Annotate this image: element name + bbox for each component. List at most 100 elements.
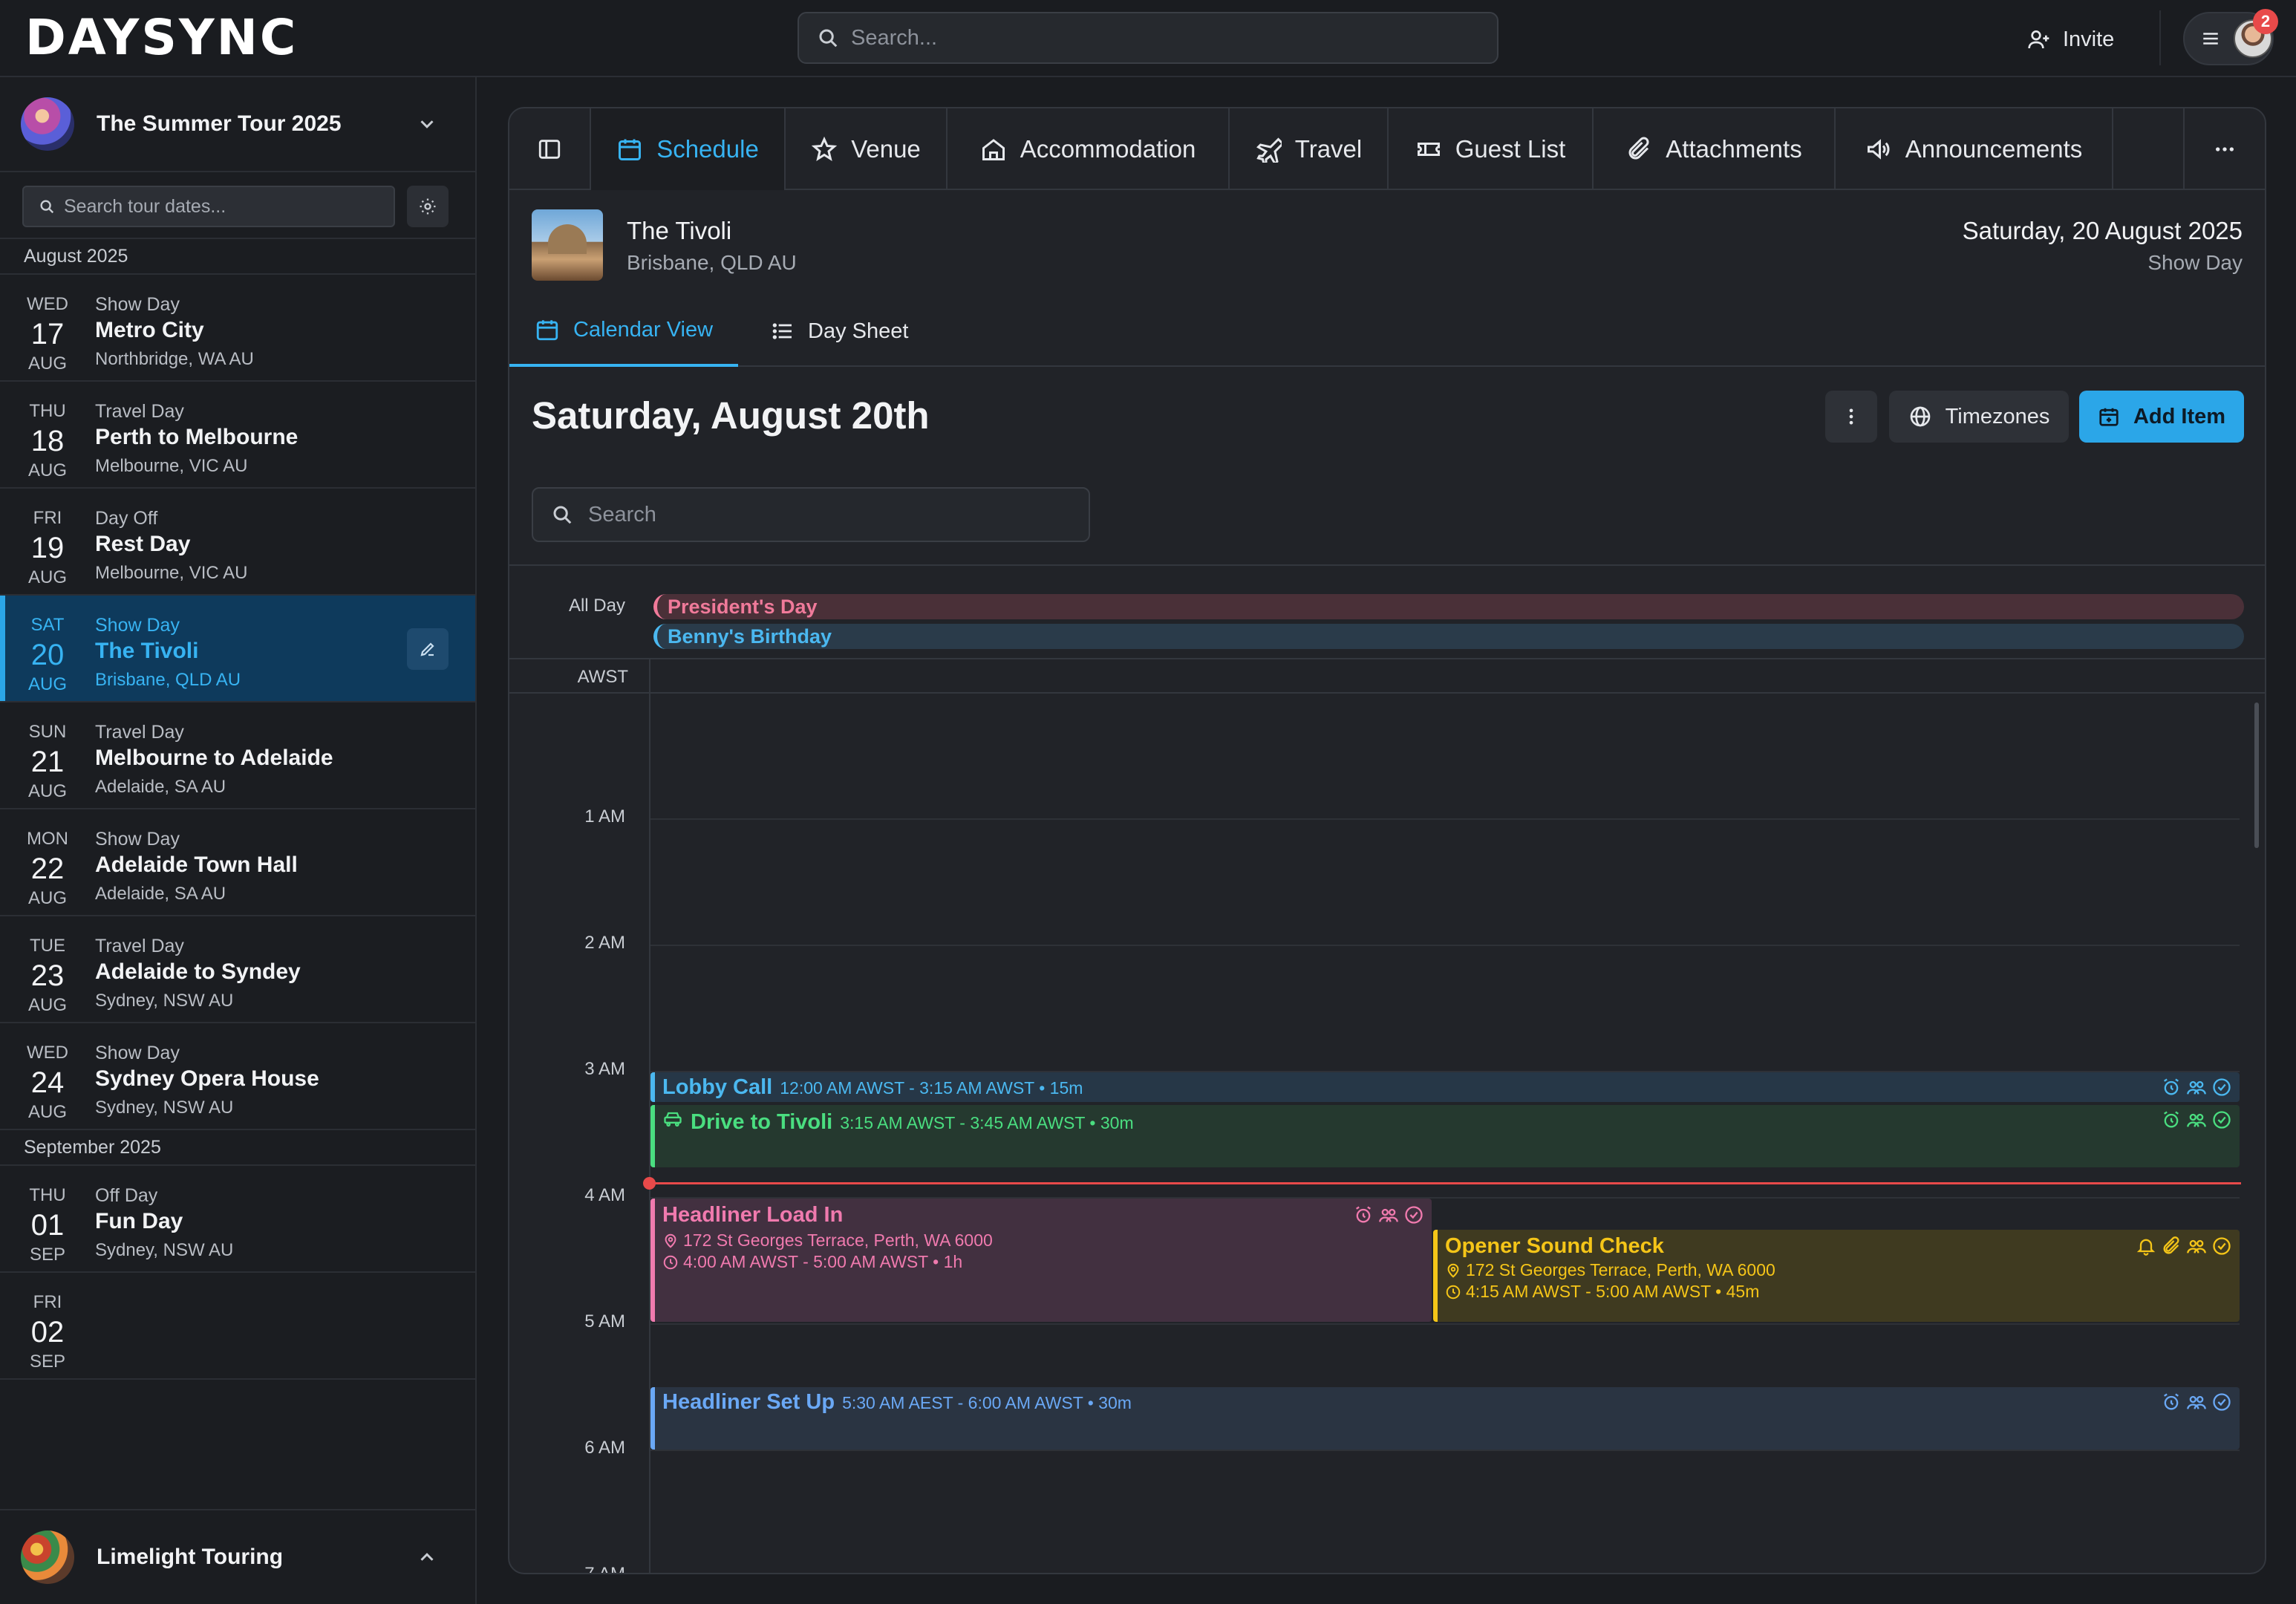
gear-icon — [417, 196, 438, 217]
tab-calendar-view[interactable]: Calendar View — [509, 296, 739, 367]
calendar-event[interactable]: Lobby Call 12:00 AM AWST - 3:15 AM AWST … — [650, 1072, 2240, 1102]
venue-date: Saturday, 20 August 2025 — [1962, 217, 2243, 244]
sidebar: The Summer Tour 2025 August 2025 WED 17 … — [0, 77, 477, 1604]
day-type: Show Day — [95, 615, 180, 636]
tour-date-item-selected[interactable]: SAT 20 AUG Show Day The Tivoli Brisbane,… — [0, 596, 475, 702]
divider — [509, 692, 2265, 694]
hour-label: 7 AM — [584, 1564, 625, 1574]
tour-date-item[interactable]: MON 22 AUG Show Day Adelaide Town Hall A… — [0, 809, 475, 916]
organization-picker[interactable]: Limelight Touring — [0, 1509, 475, 1604]
all-day-event[interactable]: Benny's Birthday — [653, 624, 2244, 649]
star-icon — [811, 136, 838, 163]
day-of-week: WED — [27, 1043, 68, 1063]
tab-guest-list[interactable]: Guest List — [1389, 108, 1594, 190]
tour-date-item[interactable]: TUE 23 AUG Travel Day Adelaide to Syndey… — [0, 916, 475, 1023]
day-of-week: FRI — [33, 508, 62, 528]
venue-location: Brisbane, QLD AU — [627, 251, 797, 274]
day-of-week: FRI — [33, 1292, 62, 1312]
add-item-button[interactable]: Add Item — [2079, 391, 2244, 443]
day-number: 24 — [30, 1066, 65, 1099]
pencil-icon — [419, 640, 437, 658]
toggle-sidebar-button[interactable] — [509, 108, 591, 190]
view-tabs: Calendar View Day Sheet — [509, 296, 2265, 367]
day-of-week: SUN — [28, 722, 67, 742]
day-month: AUG — [27, 460, 67, 480]
users-icon — [2186, 1236, 2207, 1256]
global-search[interactable] — [798, 12, 1498, 64]
day-month: AUG — [27, 567, 67, 587]
day-number: 01 — [30, 1209, 65, 1242]
clock-icon — [1445, 1284, 1461, 1300]
calendar-search-input[interactable] — [588, 502, 1078, 527]
home-icon — [980, 136, 1007, 163]
tour-date-item[interactable]: THU 01 SEP Off Day Fun Day Sydney, NSW A… — [0, 1166, 475, 1273]
day-of-week: THU — [29, 401, 66, 421]
date-search-input[interactable] — [64, 195, 391, 218]
event-time: 4:00 AM AWST - 5:00 AM AWST • 1h — [683, 1252, 963, 1271]
tab-day-sheet[interactable]: Day Sheet — [746, 296, 933, 367]
tab-attachments[interactable]: Attachments — [1594, 108, 1836, 190]
invite-label: Invite — [2063, 27, 2115, 51]
add-item-label: Add Item — [2133, 404, 2226, 428]
day-month: SEP — [29, 1352, 66, 1372]
day-title: Metro City — [95, 318, 204, 342]
event-time: 3:15 AM AWST - 3:45 AM AWST • 30m — [840, 1113, 1134, 1132]
user-menu-button[interactable]: 2 — [2183, 9, 2278, 65]
tab-travel[interactable]: Travel — [1230, 108, 1389, 190]
tour-date-item[interactable]: WED 17 AUG Show Day Metro City Northbrid… — [0, 275, 475, 382]
event-title: Headliner Set Up — [662, 1390, 835, 1414]
calendar-event[interactable]: Opener Sound Check 172 St Georges Terrac… — [1433, 1230, 2240, 1322]
calendar-event[interactable]: Drive to Tivoli 3:15 AM AWST - 3:45 AM A… — [650, 1105, 2240, 1167]
hour-label: 6 AM — [584, 1438, 625, 1458]
event-title: Headliner Load In — [662, 1203, 844, 1227]
search-icon — [817, 27, 839, 49]
tour-date-item[interactable]: FRI 02 SEP — [0, 1273, 475, 1380]
more-options-button[interactable] — [1825, 391, 1877, 443]
day-month: AUG — [27, 995, 67, 1015]
event-status-icons — [2161, 1077, 2232, 1098]
tour-date-item[interactable]: THU 18 AUG Travel Day Perth to Melbourne… — [0, 382, 475, 489]
ticket-icon — [1415, 136, 1442, 163]
tab-accommodation[interactable]: Accommodation — [948, 108, 1230, 190]
calendar-event[interactable]: Headliner Set Up 5:30 AM AEST - 6:00 AM … — [650, 1387, 2240, 1450]
day-location: Adelaide, SA AU — [95, 884, 226, 904]
date-filter-settings-button[interactable] — [407, 186, 449, 227]
hour-gridline — [650, 818, 2240, 820]
more-tabs-button[interactable] — [2183, 108, 2265, 190]
date-search[interactable] — [22, 186, 395, 227]
users-icon — [2186, 1109, 2207, 1130]
hour-gridline — [650, 1450, 2240, 1451]
tour-picker[interactable]: The Summer Tour 2025 — [0, 77, 475, 172]
tab-label: Attachments — [1666, 135, 1802, 163]
day-of-week: TUE — [30, 936, 65, 956]
day-month: SEP — [29, 1245, 66, 1265]
timezones-button[interactable]: Timezones — [1889, 391, 2069, 443]
all-day-event[interactable]: President's Day — [653, 594, 2244, 619]
global-search-input[interactable] — [851, 25, 1460, 50]
day-location: Melbourne, VIC AU — [95, 456, 248, 476]
tour-date-item[interactable]: WED 24 AUG Show Day Sydney Opera House S… — [0, 1023, 475, 1130]
edit-day-button[interactable] — [407, 628, 449, 670]
tab-schedule[interactable]: Schedule — [591, 108, 786, 190]
invite-button[interactable]: Invite — [2018, 16, 2123, 62]
chevron-down-icon — [416, 113, 438, 135]
tab-label: Schedule — [656, 135, 759, 163]
calendar-event[interactable]: Headliner Load In 172 St Georges Terrace… — [650, 1199, 1432, 1322]
tab-venue[interactable]: Venue — [786, 108, 948, 190]
tab-announcements[interactable]: Announcements — [1836, 108, 2113, 190]
hour-label: 1 AM — [584, 806, 625, 827]
day-of-week: MON — [27, 829, 68, 849]
tab-label: Travel — [1294, 135, 1363, 163]
calendar-scrollbar[interactable] — [2254, 702, 2259, 848]
day-location: Sydney, NSW AU — [95, 991, 234, 1011]
brand-logo[interactable]: DAYSYNC — [25, 9, 298, 66]
day-type: Off Day — [95, 1185, 158, 1206]
calendar-search[interactable] — [532, 487, 1090, 542]
subtab-label: Day Sheet — [808, 319, 909, 343]
tour-date-item[interactable]: SUN 21 AUG Travel Day Melbourne to Adela… — [0, 702, 475, 809]
users-icon — [2186, 1392, 2207, 1412]
day-title: The Tivoli — [95, 639, 199, 663]
event-time: 12:00 AM AWST - 3:15 AM AWST • 15m — [780, 1078, 1083, 1098]
hamburger-menu-icon — [2201, 29, 2220, 48]
tour-date-item[interactable]: FRI 19 AUG Day Off Rest Day Melbourne, V… — [0, 489, 475, 596]
